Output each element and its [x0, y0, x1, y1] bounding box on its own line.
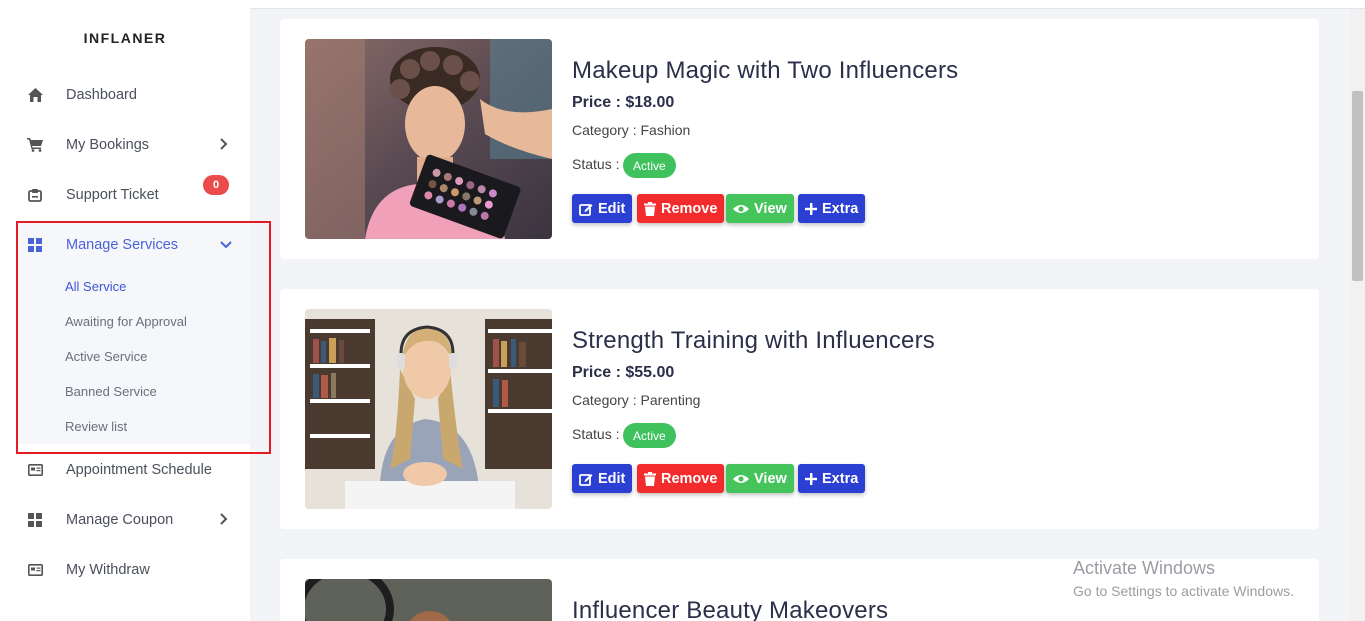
sidebar-item-label: Dashboard [66, 87, 137, 103]
chevron-right-icon [220, 512, 228, 528]
remove-button[interactable]: Remove [637, 464, 725, 493]
card-icon [27, 462, 43, 478]
sidebar-item-my-withdraw[interactable]: My Withdraw [0, 550, 250, 590]
service-card: Makeup Magic with Two Influencers Price … [280, 19, 1319, 259]
scrollbar[interactable] [1350, 9, 1365, 621]
service-category: Category : Fashion [572, 122, 691, 138]
extra-button[interactable]: Extra [798, 194, 866, 223]
sidebar-item-manage-coupon[interactable]: Manage Coupon [0, 500, 250, 540]
sidebar-item-support-ticket[interactable]: Support Ticket 0 [0, 175, 250, 215]
home-icon [27, 87, 43, 103]
view-button[interactable]: View [726, 194, 794, 223]
highlight-annotation [16, 221, 271, 454]
edit-label: Edit [598, 200, 626, 217]
remove-button[interactable]: Remove [637, 194, 725, 223]
top-bar [250, 0, 1365, 9]
service-card: Strength Training with Influencers Price… [280, 289, 1319, 529]
edit-button[interactable]: Edit [572, 194, 633, 223]
sidebar-item-my-bookings[interactable]: My Bookings [0, 125, 250, 165]
service-image[interactable] [305, 579, 552, 621]
eye-icon [733, 203, 749, 215]
eye-icon [733, 473, 749, 485]
card-icon [27, 562, 43, 578]
plus-icon [805, 472, 817, 485]
cart-icon [27, 137, 43, 153]
brand-logo[interactable]: INFLANER [0, 30, 250, 46]
sidebar-item-label: My Bookings [66, 137, 150, 153]
edit-label: Edit [598, 470, 626, 487]
edit-icon [579, 202, 593, 216]
service-title[interactable]: Makeup Magic with Two Influencers [572, 57, 958, 85]
trash-icon [644, 471, 656, 486]
view-label: View [754, 200, 787, 217]
view-label: View [754, 470, 787, 487]
extra-button[interactable]: Extra [798, 464, 866, 493]
trash-icon [644, 201, 656, 216]
service-price: Price : $55.00 [572, 364, 675, 381]
sidebar-item-label: Support Ticket [66, 187, 159, 203]
service-title[interactable]: Strength Training with Influencers [572, 327, 935, 355]
grid-icon [27, 512, 43, 528]
status-badge: Active [623, 423, 676, 448]
view-button[interactable]: View [726, 464, 794, 493]
status-label: Status : [572, 156, 620, 172]
status-label: Status : [572, 426, 620, 442]
ticket-icon [27, 187, 43, 203]
sidebar-item-dashboard[interactable]: Dashboard [0, 75, 250, 115]
scrollbar-thumb[interactable] [1352, 91, 1363, 281]
sidebar-item-label: Manage Coupon [66, 512, 174, 528]
remove-label: Remove [661, 200, 718, 217]
remove-label: Remove [661, 470, 718, 487]
sidebar-item-label: Appointment Schedule [66, 462, 212, 478]
service-image[interactable] [305, 39, 552, 239]
service-image[interactable] [305, 309, 552, 509]
notification-badge: 0 [203, 175, 229, 195]
sidebar-item-label: My Withdraw [66, 562, 150, 578]
plus-icon [805, 202, 817, 215]
service-category: Category : Parenting [572, 392, 701, 408]
edit-icon [579, 472, 593, 486]
service-price: Price : $18.00 [572, 94, 675, 111]
status-badge: Active [623, 153, 676, 178]
extra-label: Extra [822, 200, 859, 217]
extra-label: Extra [822, 470, 859, 487]
activation-watermark-title: Activate Windows [1073, 558, 1216, 578]
edit-button[interactable]: Edit [572, 464, 633, 493]
sidebar-item-appointment-schedule[interactable]: Appointment Schedule [0, 450, 250, 490]
chevron-right-icon [220, 137, 228, 153]
service-title[interactable]: Influencer Beauty Makeovers [572, 597, 888, 621]
activation-watermark-text: Go to Settings to activate Windows. [1073, 583, 1294, 599]
